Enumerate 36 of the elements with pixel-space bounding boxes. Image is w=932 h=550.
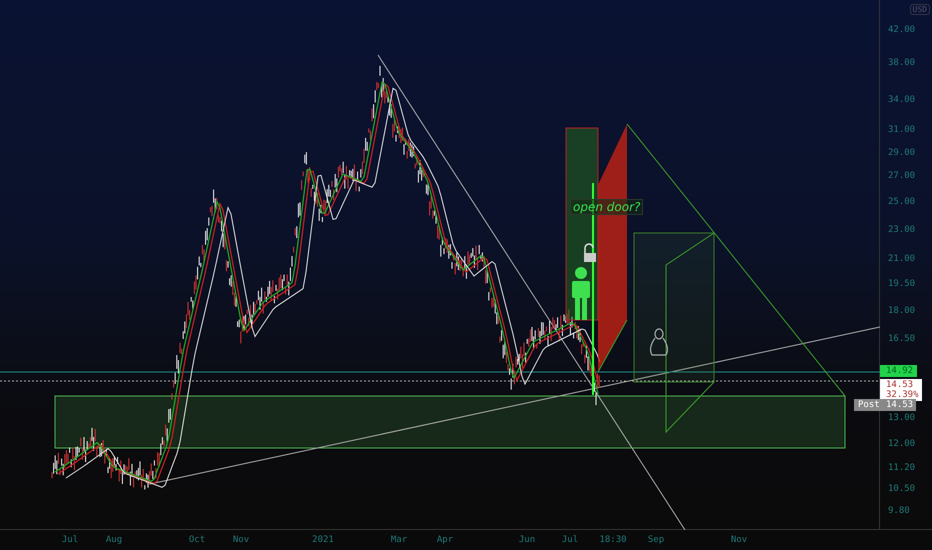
price-tick-label: 16.50: [888, 334, 916, 344]
price-tick-label: 31.00: [888, 125, 916, 135]
percent-change: 32.39%: [886, 390, 919, 400]
price-tick-label: 23.00: [888, 225, 916, 235]
last-price-tag: 14.92: [880, 365, 918, 377]
annotation-label: open door?: [570, 199, 644, 215]
price-tick-label: 34.00: [888, 95, 916, 105]
price-tick-label: 11.20: [888, 463, 916, 473]
currency-label[interactable]: USD: [910, 4, 930, 15]
time-axis-label: Mar: [390, 535, 408, 545]
time-axis-label: Nov: [730, 535, 748, 545]
time-axis-label: Nov: [232, 535, 250, 545]
time-axis-label: Jul: [62, 535, 78, 545]
time-axis-label: Oct: [188, 535, 206, 545]
price-tick-label: 18.00: [888, 306, 916, 316]
price-tick-label: 29.00: [888, 148, 916, 158]
price-value: 14.53: [886, 380, 914, 390]
time-axis-label: Sep: [648, 535, 664, 545]
lock-icon: [584, 243, 596, 262]
time-axis-label: Apr: [436, 535, 454, 545]
price-tick-label: 38.00: [888, 58, 916, 68]
time-axis-label: Jun: [518, 535, 536, 545]
price-tick-label: 42.00: [888, 25, 916, 35]
price-tick-label: 21.00: [888, 254, 916, 264]
time-axis-label: 18:30: [599, 535, 627, 545]
price-tick-label: 9.80: [888, 506, 910, 516]
time-axis-label: Aug: [106, 535, 122, 545]
time-axis-label: Jul: [562, 535, 578, 545]
price-tick-label: 12.00: [888, 439, 916, 449]
price-tick-label: 13.00: [888, 413, 916, 423]
price-tick-label: 19.50: [888, 279, 916, 289]
person-icon: [572, 267, 590, 320]
price-tick-label: 10.50: [888, 484, 916, 494]
time-axis-label: 2021: [312, 535, 334, 545]
price-tick-label: 25.00: [888, 197, 916, 207]
price-tick-label: 27.00: [888, 171, 916, 181]
